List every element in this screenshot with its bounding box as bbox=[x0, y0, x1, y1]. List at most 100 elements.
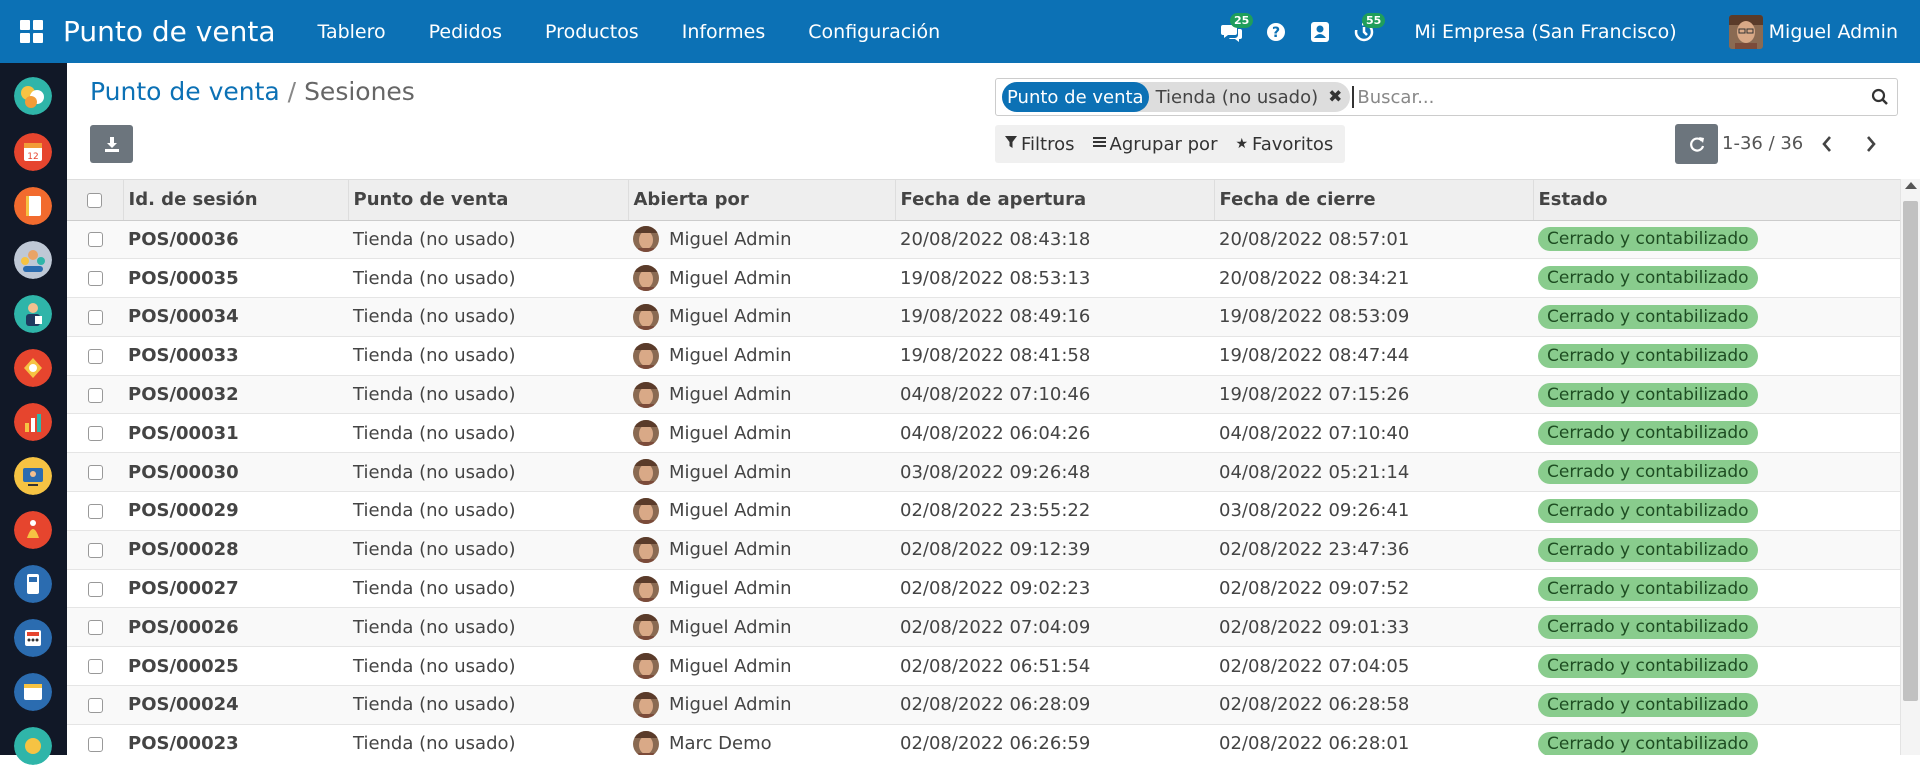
closing-date-cell[interactable]: 19/08/2022 08:53:09 bbox=[1214, 298, 1533, 337]
table-row[interactable]: POS/00035 Tienda (no usado) Miguel Admin 19… bbox=[67, 259, 1900, 298]
session-id-cell[interactable]: POS/00032 bbox=[123, 375, 348, 414]
table-row[interactable]: POS/00029 Tienda (no usado) Miguel Admin 02… bbox=[67, 492, 1900, 531]
app-elearning-icon[interactable] bbox=[14, 457, 52, 495]
row-checkbox[interactable] bbox=[87, 659, 103, 675]
app-expenses-icon[interactable] bbox=[14, 511, 52, 549]
session-id-cell[interactable]: POS/00033 bbox=[123, 336, 348, 375]
opening-date-cell[interactable]: 02/08/2022 07:04:09 bbox=[895, 608, 1214, 647]
status-cell[interactable]: Cerrado y contabilizado bbox=[1533, 608, 1900, 647]
closing-date-cell[interactable]: 02/08/2022 06:28:58 bbox=[1214, 686, 1533, 725]
session-id-cell[interactable]: POS/00026 bbox=[123, 608, 348, 647]
app-accounting-icon[interactable] bbox=[14, 619, 52, 657]
opening-date-cell[interactable]: 02/08/2022 06:51:54 bbox=[895, 647, 1214, 686]
app-pos-terminal-icon[interactable] bbox=[14, 565, 52, 603]
opening-date-cell[interactable]: 19/08/2022 08:49:16 bbox=[895, 298, 1214, 337]
status-cell[interactable]: Cerrado y contabilizado bbox=[1533, 259, 1900, 298]
refresh-button[interactable] bbox=[1675, 124, 1718, 164]
table-row[interactable]: POS/00028 Tienda (no usado) Miguel Admin 02… bbox=[67, 530, 1900, 570]
app-employees-icon[interactable] bbox=[14, 295, 52, 333]
closing-date-cell[interactable]: 19/08/2022 07:15:26 bbox=[1214, 375, 1533, 414]
row-checkbox[interactable] bbox=[87, 426, 103, 442]
opening-date-cell[interactable]: 19/08/2022 08:41:58 bbox=[895, 336, 1214, 375]
company-switcher[interactable]: Mi Empresa (San Francisco) bbox=[1414, 21, 1676, 43]
opened-by-cell[interactable]: Miguel Admin bbox=[628, 647, 895, 686]
session-id-cell[interactable]: POS/00024 bbox=[123, 686, 348, 725]
opening-date-cell[interactable]: 02/08/2022 09:12:39 bbox=[895, 530, 1214, 569]
pos-cell[interactable]: Tienda (no usado) bbox=[348, 336, 628, 375]
row-checkbox[interactable] bbox=[87, 620, 103, 636]
status-cell[interactable]: Cerrado y contabilizado bbox=[1533, 336, 1900, 375]
opened-by-cell[interactable]: Miguel Admin bbox=[628, 530, 895, 569]
opened-by-cell[interactable]: Miguel Admin bbox=[628, 453, 895, 492]
session-id-cell[interactable]: POS/00030 bbox=[123, 453, 348, 492]
filters-button[interactable]: Filtros bbox=[1005, 134, 1075, 155]
pos-cell[interactable]: Tienda (no usado) bbox=[348, 686, 628, 725]
session-id-cell[interactable]: POS/00028 bbox=[123, 530, 348, 569]
pager-previous-button[interactable] bbox=[1816, 131, 1838, 157]
closing-date-cell[interactable]: 20/08/2022 08:57:01 bbox=[1214, 220, 1533, 259]
opening-date-cell[interactable]: 19/08/2022 08:53:13 bbox=[895, 259, 1214, 298]
session-id-cell[interactable]: POS/00036 bbox=[123, 220, 348, 259]
opened-by-cell[interactable]: Miguel Admin bbox=[628, 686, 895, 725]
closing-date-cell[interactable]: 02/08/2022 23:47:36 bbox=[1214, 530, 1533, 569]
closing-date-cell[interactable]: 04/08/2022 07:10:40 bbox=[1214, 414, 1533, 453]
closing-date-cell[interactable]: 02/08/2022 07:04:05 bbox=[1214, 647, 1533, 686]
closing-date-cell[interactable]: 03/08/2022 09:26:41 bbox=[1214, 492, 1533, 531]
search-facet[interactable]: Punto de venta Tienda (no usado) ✖ bbox=[1002, 82, 1351, 112]
session-id-cell[interactable]: POS/00029 bbox=[123, 492, 348, 531]
row-checkbox[interactable] bbox=[87, 232, 103, 248]
column-header-session-id[interactable]: Id. de sesión bbox=[123, 180, 349, 221]
closing-date-cell[interactable]: 20/08/2022 08:34:21 bbox=[1214, 259, 1533, 298]
row-checkbox[interactable] bbox=[87, 271, 103, 287]
opened-by-cell[interactable]: Miguel Admin bbox=[628, 375, 895, 414]
opening-date-cell[interactable]: 02/08/2022 09:02:23 bbox=[895, 569, 1214, 608]
row-checkbox[interactable] bbox=[87, 465, 103, 481]
column-header-opening-date[interactable]: Fecha de apertura bbox=[895, 180, 1215, 221]
list-scrollbar[interactable] bbox=[1900, 179, 1920, 755]
row-checkbox[interactable] bbox=[87, 387, 103, 403]
session-id-cell[interactable]: POS/00034 bbox=[123, 298, 348, 337]
app-notes-icon[interactable] bbox=[14, 187, 52, 225]
select-all-checkbox[interactable] bbox=[87, 192, 103, 208]
table-row[interactable]: POS/00027 Tienda (no usado) Miguel Admin 02… bbox=[67, 569, 1900, 608]
closing-date-cell[interactable]: 02/08/2022 09:07:52 bbox=[1214, 569, 1533, 608]
opening-date-cell[interactable]: 04/08/2022 06:04:26 bbox=[895, 414, 1214, 453]
contacts-button[interactable] bbox=[1298, 0, 1342, 63]
table-row[interactable]: POS/00032 Tienda (no usado) Miguel Admin 04… bbox=[67, 375, 1900, 414]
opened-by-cell[interactable]: Miguel Admin bbox=[628, 220, 895, 259]
user-menu[interactable]: Miguel Admin bbox=[1769, 21, 1898, 43]
row-checkbox[interactable] bbox=[87, 503, 103, 519]
app-calendar-icon[interactable]: 12 bbox=[14, 133, 52, 171]
app-brand[interactable]: Punto de venta bbox=[63, 15, 275, 48]
group-by-button[interactable]: Agrupar por bbox=[1092, 134, 1217, 155]
opening-date-cell[interactable]: 20/08/2022 08:43:18 bbox=[895, 220, 1214, 259]
opening-date-cell[interactable]: 02/08/2022 06:28:09 bbox=[895, 686, 1214, 725]
app-crm-icon[interactable] bbox=[14, 349, 52, 387]
table-row[interactable]: POS/00034 Tienda (no usado) Miguel Admin 19… bbox=[67, 297, 1900, 337]
opening-date-cell[interactable]: 02/08/2022 06:26:59 bbox=[895, 724, 1214, 755]
status-cell[interactable]: Cerrado y contabilizado bbox=[1533, 686, 1900, 725]
opening-date-cell[interactable]: 02/08/2022 23:55:22 bbox=[895, 492, 1214, 531]
status-cell[interactable]: Cerrado y contabilizado bbox=[1533, 569, 1900, 608]
pos-cell[interactable]: Tienda (no usado) bbox=[348, 220, 628, 259]
status-cell[interactable]: Cerrado y contabilizado bbox=[1533, 530, 1900, 569]
pager-next-button[interactable] bbox=[1860, 131, 1882, 157]
opened-by-cell[interactable]: Miguel Admin bbox=[628, 298, 895, 337]
session-id-cell[interactable]: POS/00035 bbox=[123, 259, 348, 298]
apps-grid-icon[interactable] bbox=[0, 0, 63, 63]
table-row[interactable]: POS/00033 Tienda (no usado) Miguel Admin 19… bbox=[67, 336, 1900, 376]
scroll-up-arrow[interactable] bbox=[1905, 182, 1917, 189]
menu-tablero[interactable]: Tablero bbox=[317, 21, 385, 43]
search-input[interactable] bbox=[1352, 86, 1833, 108]
pos-cell[interactable]: Tienda (no usado) bbox=[348, 608, 628, 647]
app-point-of-sale-icon[interactable] bbox=[14, 77, 52, 115]
closing-date-cell[interactable]: 19/08/2022 08:47:44 bbox=[1214, 336, 1533, 375]
row-checkbox[interactable] bbox=[87, 348, 103, 364]
pos-cell[interactable]: Tienda (no usado) bbox=[348, 647, 628, 686]
table-row[interactable]: POS/00024 Tienda (no usado) Miguel Admin 02… bbox=[67, 685, 1900, 725]
table-row[interactable]: POS/00030 Tienda (no usado) Miguel Admin 03… bbox=[67, 452, 1900, 492]
table-row[interactable]: POS/00036 Tienda (no usado) Miguel Admin 20… bbox=[67, 220, 1900, 259]
search-icon[interactable] bbox=[1871, 88, 1889, 110]
help-button[interactable]: ? bbox=[1254, 0, 1298, 63]
status-cell[interactable]: Cerrado y contabilizado bbox=[1533, 220, 1900, 259]
